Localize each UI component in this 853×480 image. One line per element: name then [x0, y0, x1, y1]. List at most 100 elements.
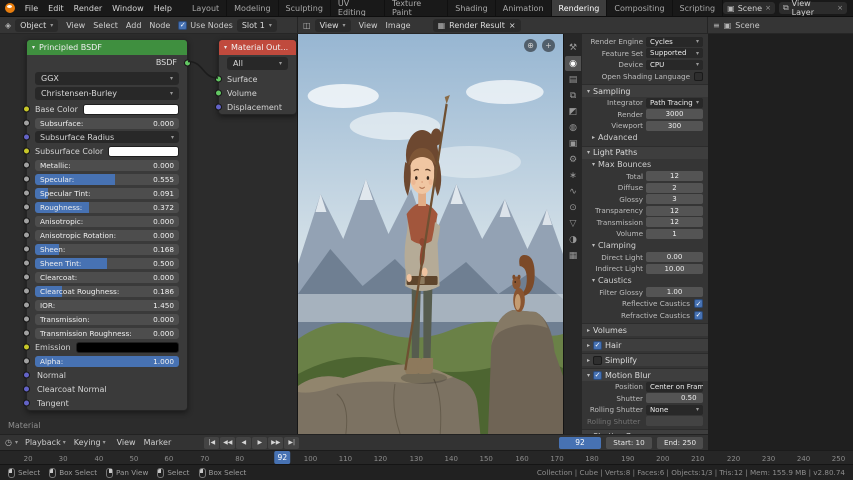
- frame-end-field[interactable]: End: 250: [657, 436, 703, 449]
- node-input-row[interactable]: Tangent Tangent Tangent: [23, 396, 187, 410]
- frame-mark[interactable]: 170: [550, 455, 563, 463]
- playback-button[interactable]: ◀: [236, 436, 252, 449]
- node-input-row[interactable]: Specular Tint: 0.091 Specular Tint: Spec…: [23, 186, 187, 200]
- frame-mark[interactable]: 120: [374, 455, 387, 463]
- node-input-row[interactable]: Metallic: 0.000 Metallic: Metallic:: [23, 158, 187, 172]
- workspace-tab[interactable]: Scripting: [673, 0, 724, 16]
- input-socket[interactable]: [23, 105, 30, 113]
- frame-mark[interactable]: 250: [832, 455, 845, 463]
- node-input-row[interactable]: Clearcoat Normal Clearcoat Normal Clearc…: [23, 382, 187, 396]
- menu-item[interactable]: Add: [122, 21, 146, 30]
- properties-tab-icon[interactable]: ◑: [565, 232, 581, 247]
- output-target-dropdown[interactable]: All ▾: [227, 57, 288, 70]
- node-input-row[interactable]: Transmission: 0.000 Transmission: Transm…: [23, 312, 187, 326]
- workspace-tab[interactable]: Animation: [496, 0, 552, 16]
- sampling-section-header[interactable]: ▾ Sampling: [582, 84, 708, 97]
- properties-tab-icon[interactable]: ⚒: [565, 40, 581, 55]
- menu-item[interactable]: Edit: [43, 0, 69, 16]
- node-slider[interactable]: Alpha: 1.000: [35, 355, 179, 367]
- node-input-row[interactable]: Roughness: 0.372 Roughness: Roughness:: [23, 200, 187, 214]
- node-input-row[interactable]: Specular: 0.555 Specular: Specular:: [23, 172, 187, 186]
- input-socket[interactable]: [23, 203, 30, 211]
- render-samples-field[interactable]: 3000: [646, 109, 703, 120]
- slot-dropdown[interactable]: Slot 1 ▾: [236, 18, 277, 32]
- number-field[interactable]: 2: [646, 182, 703, 193]
- input-socket[interactable]: [23, 161, 30, 169]
- frame-mark[interactable]: 110: [339, 455, 352, 463]
- properties-tab-icon[interactable]: ◍: [565, 120, 581, 135]
- node-slider[interactable]: Anisotropic Rotation: 0.000: [35, 229, 179, 241]
- node-slider[interactable]: Transmission Roughness: 0.000: [35, 327, 179, 339]
- hair-section-header[interactable]: ▸ Hair: [582, 338, 708, 351]
- input-socket[interactable]: [23, 301, 30, 309]
- color-swatch[interactable]: [108, 145, 179, 157]
- input-socket[interactable]: [23, 217, 30, 225]
- playback-button[interactable]: ▶: [252, 436, 268, 449]
- node-slider[interactable]: Sheen Tint: 0.500: [35, 257, 179, 269]
- input-socket[interactable]: [23, 133, 30, 141]
- unlink-image-icon[interactable]: ×: [509, 21, 516, 30]
- menu-item[interactable]: Playback ▾: [21, 438, 70, 447]
- input-socket[interactable]: [23, 357, 30, 365]
- workspace-tab[interactable]: Shading: [448, 0, 496, 16]
- input-socket[interactable]: [23, 329, 30, 337]
- image-datablock-selector[interactable]: ▦ Render Result ×: [432, 18, 521, 32]
- input-socket[interactable]: [23, 385, 30, 393]
- node-slider[interactable]: Metallic: 0.000: [35, 159, 179, 171]
- frame-mark[interactable]: 92: [274, 451, 291, 464]
- collapse-icon[interactable]: ▾: [32, 44, 35, 51]
- frame-mark[interactable]: 70: [200, 455, 209, 463]
- number-field[interactable]: 1: [646, 228, 703, 239]
- view-layer-selector[interactable]: ⧉ View Layer ×: [778, 0, 847, 17]
- properties-tab-icon[interactable]: ▣: [565, 136, 581, 151]
- number-field[interactable]: 12: [646, 217, 703, 228]
- workspace-tab[interactable]: Layout: [185, 0, 228, 16]
- input-socket[interactable]: [23, 189, 30, 197]
- input-socket[interactable]: [23, 147, 30, 155]
- caustics-subpanel[interactable]: ▾ Caustics: [582, 275, 708, 287]
- image-mode-dropdown[interactable]: View ▾: [314, 18, 351, 32]
- node-input-row[interactable]: Volume: [215, 86, 296, 100]
- light-paths-section-header[interactable]: ▾ Light Paths: [582, 145, 708, 159]
- use-nodes-checkbox[interactable]: [178, 20, 188, 30]
- mb-shutter-slider[interactable]: 0.50: [646, 393, 703, 404]
- viewport-gizmo-button[interactable]: ⊕: [524, 39, 537, 52]
- workspace-tab[interactable]: Rendering: [551, 0, 608, 16]
- advanced-subpanel[interactable]: ▸ Advanced: [582, 132, 708, 144]
- feature-set-dropdown[interactable]: Supported ▾: [646, 48, 703, 59]
- node-slider[interactable]: Specular Tint: 0.091: [35, 187, 179, 199]
- subsurface-method-dropdown[interactable]: Christensen-Burley ▾: [35, 87, 179, 100]
- node-slider[interactable]: Roughness: 0.372: [35, 201, 179, 213]
- bsdf-output-socket[interactable]: [184, 59, 191, 66]
- color-swatch[interactable]: [75, 341, 179, 353]
- frame-mark[interactable]: 240: [797, 455, 810, 463]
- input-socket[interactable]: [23, 259, 30, 267]
- properties-tab-icon[interactable]: ⧉: [565, 88, 581, 103]
- node-input-row[interactable]: Clearcoat Roughness: 0.186 Clearcoat Rou…: [23, 284, 187, 298]
- principled-bsdf-node[interactable]: ▾ Principled BSDF BSDF GGX ▾ Christensen…: [23, 39, 191, 411]
- menu-item[interactable]: Help: [149, 0, 177, 16]
- playback-button[interactable]: ▶▶: [268, 436, 284, 449]
- frame-mark[interactable]: 30: [59, 455, 68, 463]
- input-socket[interactable]: [23, 343, 30, 351]
- menu-item[interactable]: Keying ▾: [70, 438, 110, 447]
- input-socket[interactable]: [215, 103, 222, 111]
- properties-tab-icon[interactable]: ⊙: [565, 200, 581, 215]
- filter-glossy-field[interactable]: 1.00: [646, 287, 703, 298]
- node-input-row[interactable]: Base Color #FFFFFF Base Color Base Color: [23, 102, 187, 116]
- color-swatch[interactable]: [82, 103, 179, 115]
- image-editor-canvas[interactable]: ⊕ +: [298, 34, 563, 434]
- node-input-row[interactable]: Sheen: 0.168 Sheen: Sheen:: [23, 242, 187, 256]
- node-header[interactable]: ▾ Material Out...: [219, 40, 296, 55]
- checkbox[interactable]: [694, 310, 703, 320]
- properties-tab-icon[interactable]: ▤: [565, 72, 581, 87]
- node-slider[interactable]: IOR: 1.450: [35, 299, 179, 311]
- menu-item[interactable]: Marker: [140, 438, 176, 447]
- frame-mark[interactable]: 40: [94, 455, 103, 463]
- number-field[interactable]: 3: [646, 194, 703, 205]
- playback-button[interactable]: ▶|: [284, 436, 300, 449]
- node-input-row[interactable]: Clearcoat: 0.000 Clearcoat: Clearcoat:: [23, 270, 187, 284]
- integrator-dropdown[interactable]: Path Tracing ▾: [646, 97, 703, 108]
- frame-mark[interactable]: 200: [656, 455, 669, 463]
- workspace-tab[interactable]: Compositing: [607, 0, 673, 16]
